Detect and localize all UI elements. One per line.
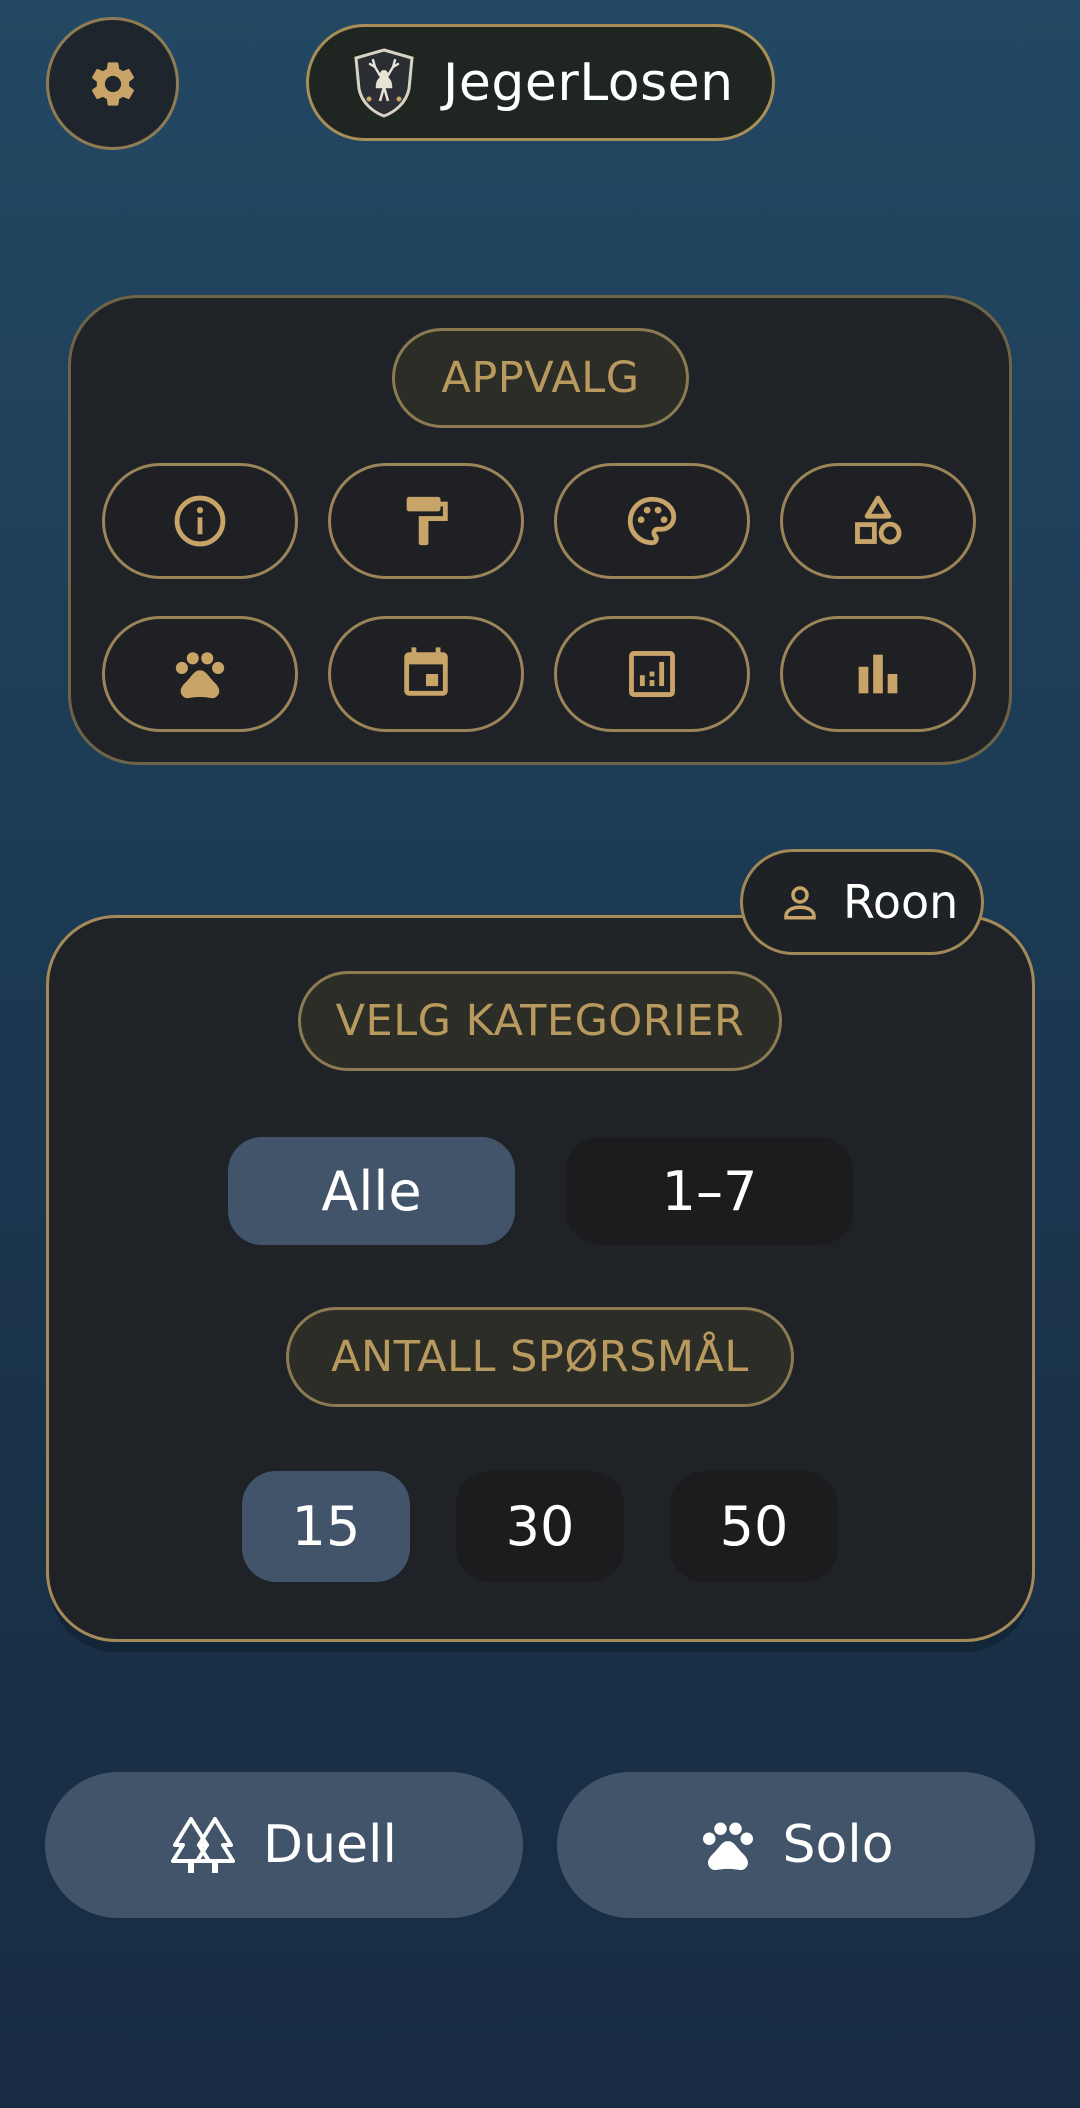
- duel-button[interactable]: Duell: [45, 1772, 523, 1918]
- duel-label: Duell: [263, 1815, 397, 1875]
- categories-heading-text: VELG KATEGORIER: [335, 996, 745, 1046]
- trees-icon: [171, 1817, 236, 1873]
- info-button[interactable]: [102, 463, 298, 579]
- question-count-30[interactable]: 30: [456, 1471, 624, 1582]
- question-count-label: 30: [505, 1495, 575, 1558]
- category-option-label: 1–7: [661, 1159, 758, 1223]
- analytics-button[interactable]: [554, 616, 750, 732]
- question-count-heading: ANTALL SPØRSMÅL: [286, 1307, 794, 1407]
- app-title-badge: JegerLosen: [306, 24, 775, 141]
- question-count-label: 50: [719, 1495, 789, 1558]
- palette-icon: [627, 496, 677, 546]
- animals-button[interactable]: [102, 616, 298, 732]
- settings-button[interactable]: [46, 17, 179, 150]
- question-count-heading-text: ANTALL SPØRSMÅL: [331, 1332, 749, 1382]
- analytics-icon: [629, 651, 675, 697]
- deer-shield-logo: [354, 47, 414, 118]
- info-icon: [174, 495, 226, 547]
- app-options-heading: APPVALG: [392, 328, 689, 428]
- app-options-heading-text: APPVALG: [441, 353, 640, 403]
- question-count-50[interactable]: 50: [670, 1471, 838, 1582]
- paw-icon: [175, 652, 225, 699]
- category-option-label: Alle: [321, 1159, 422, 1223]
- category-option-1-7[interactable]: 1–7: [566, 1137, 853, 1245]
- theme-button[interactable]: [328, 463, 524, 579]
- shapes-icon: [855, 495, 902, 545]
- colors-button[interactable]: [554, 463, 750, 579]
- solo-label: Solo: [782, 1815, 894, 1875]
- calendar-icon: [404, 647, 448, 696]
- person-icon: [784, 886, 816, 920]
- statistics-button[interactable]: [780, 616, 976, 732]
- calendar-button[interactable]: [328, 616, 524, 732]
- bar-chart-icon: [858, 654, 898, 694]
- paint-roller-icon: [406, 496, 448, 546]
- user-chip[interactable]: Roon: [740, 849, 984, 955]
- solo-button[interactable]: Solo: [557, 1772, 1035, 1918]
- question-count-label: 15: [291, 1495, 361, 1558]
- paw-icon: [703, 1822, 754, 1871]
- app-title: JegerLosen: [443, 52, 734, 113]
- question-count-15[interactable]: 15: [242, 1471, 410, 1582]
- user-name: Roon: [843, 875, 959, 929]
- category-option-all[interactable]: Alle: [228, 1137, 515, 1245]
- shapes-button[interactable]: [780, 463, 976, 579]
- categories-heading: VELG KATEGORIER: [298, 971, 782, 1071]
- gear-icon: [91, 61, 134, 106]
